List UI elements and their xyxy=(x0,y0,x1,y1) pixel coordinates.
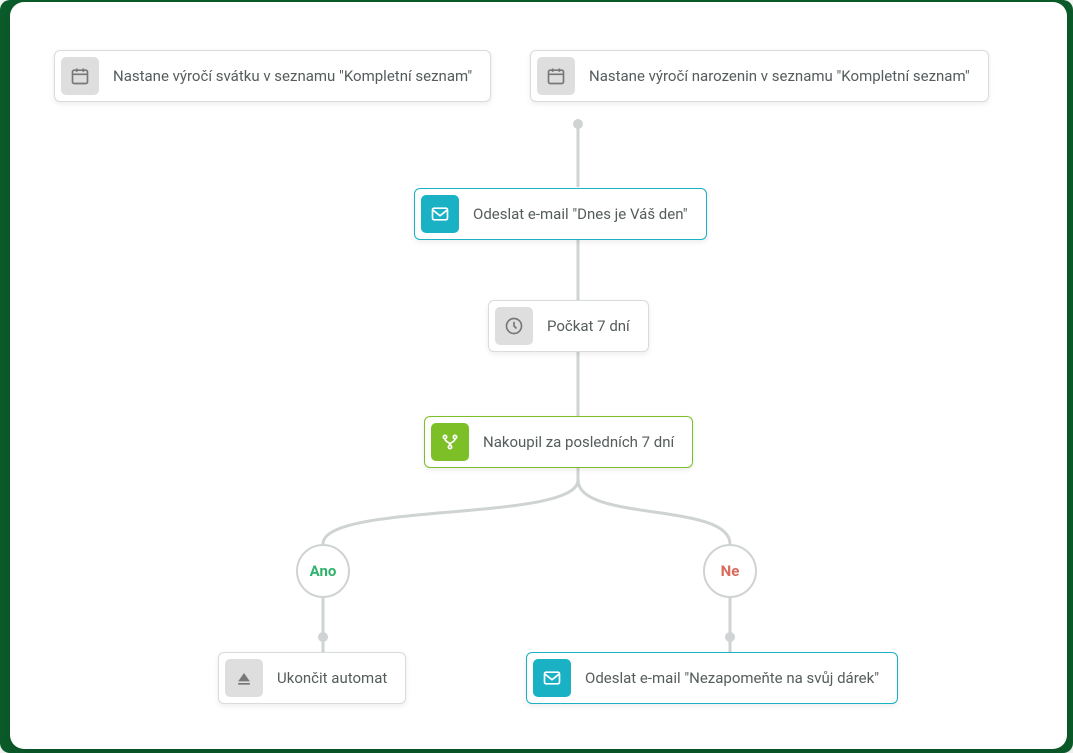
branch-yes[interactable]: Ano xyxy=(296,544,350,598)
eject-icon xyxy=(225,659,263,697)
connector-lines xyxy=(10,2,1067,749)
calendar-icon xyxy=(61,57,99,95)
branch-icon xyxy=(431,423,469,461)
envelope-icon xyxy=(421,195,459,233)
step-label: Odeslat e-mail "Dnes je Váš den" xyxy=(473,205,688,223)
clock-icon xyxy=(495,307,533,345)
calendar-icon xyxy=(537,57,575,95)
automation-canvas: Nastane výročí svátku v seznamu "Komplet… xyxy=(10,2,1067,749)
step-end-automation[interactable]: Ukončit automat xyxy=(218,652,406,704)
step-condition-purchased[interactable]: Nakoupil za posledních 7 dní xyxy=(424,416,693,468)
branch-label: Ano xyxy=(310,562,337,580)
step-send-today-email[interactable]: Odeslat e-mail "Dnes je Váš den" xyxy=(414,188,707,240)
step-wait[interactable]: Počkat 7 dní xyxy=(488,300,649,352)
step-label: Ukončit automat xyxy=(277,669,387,687)
envelope-icon xyxy=(533,659,571,697)
trigger-birthday-anniversary[interactable]: Nastane výročí narozenin v seznamu "Komp… xyxy=(530,50,989,102)
step-send-reminder-email[interactable]: Odeslat e-mail "Nezapomeňte na svůj dáre… xyxy=(526,652,898,704)
branch-no[interactable]: Ne xyxy=(703,544,757,598)
branch-label: Ne xyxy=(721,562,740,580)
step-label: Nakoupil za posledních 7 dní xyxy=(483,433,674,451)
step-label: Počkat 7 dní xyxy=(547,317,630,335)
trigger-holiday-anniversary[interactable]: Nastane výročí svátku v seznamu "Komplet… xyxy=(54,50,491,102)
trigger-label: Nastane výročí narozenin v seznamu "Komp… xyxy=(589,67,970,85)
trigger-label: Nastane výročí svátku v seznamu "Komplet… xyxy=(113,67,472,85)
step-label: Odeslat e-mail "Nezapomeňte na svůj dáre… xyxy=(585,669,879,687)
